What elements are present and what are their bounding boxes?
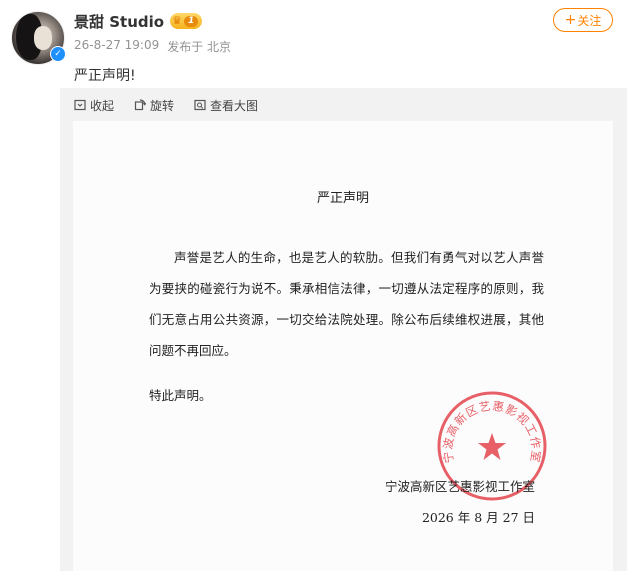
statement-issuer: 宁波高新区艺惠影视工作室 bbox=[384, 479, 535, 494]
post-text: 严正声明! bbox=[74, 68, 136, 84]
collapse-button[interactable]: 收起 bbox=[74, 96, 114, 114]
vip-badge[interactable]: ♛ 1 bbox=[170, 13, 203, 29]
collapse-label: 收起 bbox=[90, 98, 115, 113]
post-timestamp[interactable]: 26-8-27 19:09 bbox=[74, 38, 159, 55]
vip-level: 1 bbox=[183, 15, 199, 27]
plus-icon: + bbox=[564, 12, 577, 28]
statement-date: 2026 年 8 月 27 日 bbox=[421, 510, 535, 525]
statement-title: 严正声明 bbox=[316, 191, 369, 206]
avatar-face bbox=[34, 26, 52, 50]
image-toolbar: 收起 旋转 查看大图 bbox=[74, 96, 258, 114]
view-large-label: 查看大图 bbox=[210, 98, 259, 113]
crown-icon: ♛ bbox=[172, 14, 182, 27]
rotate-button[interactable]: 旋转 bbox=[134, 96, 174, 114]
rotate-label: 旋转 bbox=[150, 98, 175, 113]
follow-label: 关注 bbox=[577, 13, 602, 28]
post-source: 发布于 北京 bbox=[167, 40, 232, 54]
view-large-button[interactable]: 查看大图 bbox=[194, 96, 258, 114]
name-row: 景甜 Studio ♛ 1 bbox=[74, 10, 203, 32]
statement-image[interactable]: 严正声明 声誉是艺人的生命，也是艺人的软肋。但我们有勇气对以艺人声誉为要挟的碰瓷… bbox=[73, 121, 613, 571]
username[interactable]: 景甜 Studio bbox=[74, 11, 164, 32]
verified-icon: ✓ bbox=[50, 46, 66, 62]
view-large-icon bbox=[194, 99, 206, 111]
collapse-icon bbox=[74, 99, 86, 111]
statement-body: 声誉是艺人的生命，也是艺人的软肋。但我们有勇气对以艺人声誉为要挟的碰瓷行为说不。… bbox=[149, 250, 544, 358]
rotate-icon bbox=[134, 99, 147, 111]
post-meta: 26-8-27 19:09 发布于 北京 bbox=[74, 38, 231, 55]
follow-button[interactable]: + 关注 bbox=[553, 8, 613, 32]
statement-closing: 特此声明。 bbox=[149, 388, 212, 403]
